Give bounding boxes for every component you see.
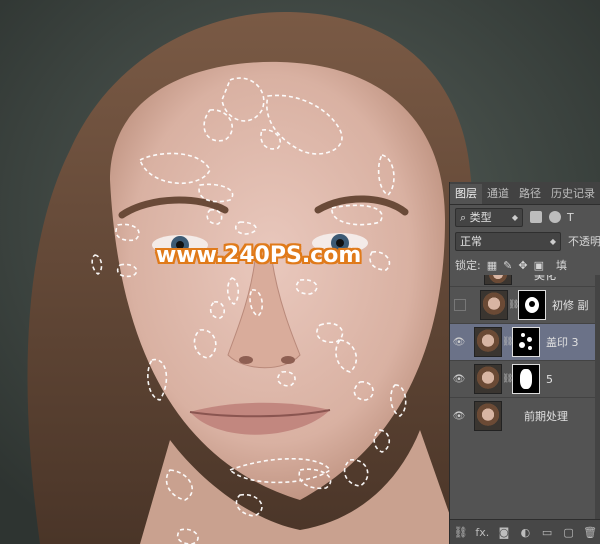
layer-name: 盖印 3 bbox=[546, 336, 579, 349]
tab-layers[interactable]: 图层 bbox=[450, 184, 482, 204]
tab-paths[interactable]: 路径 bbox=[514, 184, 546, 204]
layer-row[interactable]: 👁 ⛓ 5 bbox=[450, 360, 600, 397]
eye-icon[interactable]: 👁 bbox=[450, 411, 468, 422]
blend-row: 正常 ◆ 不透明 bbox=[450, 229, 600, 253]
layer-thumbnail bbox=[474, 364, 502, 394]
link-icon: ⛓ bbox=[502, 374, 514, 384]
layer-thumbnail bbox=[480, 290, 508, 320]
layer-row[interactable]: 美化 bbox=[450, 275, 600, 286]
filter-row: ⌕ 类型 ◆ T bbox=[450, 205, 600, 229]
trash-icon[interactable]: 🗑 bbox=[583, 526, 597, 539]
link-icon: ⛓ bbox=[508, 300, 520, 310]
blend-mode-value: 正常 bbox=[460, 234, 482, 248]
layer-mask-thumbnail[interactable] bbox=[512, 364, 540, 394]
layer-thumbnail bbox=[484, 275, 512, 285]
blend-mode-select[interactable]: 正常 ◆ bbox=[455, 231, 561, 251]
layer-thumbnail bbox=[474, 327, 502, 357]
layer-name: 前期处理 bbox=[524, 410, 568, 423]
tab-channels[interactable]: 通道 bbox=[482, 184, 514, 204]
filter-select[interactable]: ⌕ 类型 ◆ bbox=[455, 207, 523, 227]
layers-panel: 图层 通道 路径 历史记录 ⌕ 类型 ◆ T 正常 ◆ 不透明 锁定: ▦ ✎ … bbox=[449, 182, 600, 544]
link-icon[interactable]: ⛓ bbox=[454, 526, 468, 539]
type-filter-icon[interactable]: T bbox=[567, 211, 574, 224]
layer-name: 初修 副 bbox=[552, 299, 589, 312]
lock-transparent-icon[interactable]: ▦ bbox=[487, 259, 497, 272]
group-icon[interactable]: ▭ bbox=[540, 526, 554, 539]
fill-label: 填 bbox=[555, 259, 567, 272]
search-icon: ⌕ bbox=[460, 210, 467, 224]
layer-name: 5 bbox=[546, 372, 553, 386]
tab-history[interactable]: 历史记录 bbox=[546, 184, 600, 204]
watermark-text: www.240PS.com bbox=[156, 243, 362, 268]
eye-icon[interactable]: 👁 bbox=[450, 337, 468, 348]
lock-row: 锁定: ▦ ✎ ✥ ▣ 填 bbox=[450, 253, 600, 277]
opacity-label: 不透明 bbox=[568, 235, 600, 248]
link-icon: ⛓ bbox=[502, 337, 514, 347]
mask-icon[interactable]: ◙ bbox=[497, 526, 511, 539]
layer-row[interactable]: 👁 前期处理 bbox=[450, 397, 600, 434]
lock-label: 锁定: bbox=[455, 259, 481, 272]
lock-move-icon[interactable]: ✥ bbox=[518, 259, 527, 272]
layers-bottom-bar: ⛓ fx. ◙ ◐ ▭ ▢ 🗑 bbox=[450, 519, 600, 544]
layer-name: 美化 bbox=[534, 275, 556, 282]
lock-paint-icon[interactable]: ✎ bbox=[503, 259, 512, 272]
adjustment-filter-icon[interactable] bbox=[549, 211, 561, 223]
new-layer-icon[interactable]: ▢ bbox=[562, 526, 576, 539]
image-filter-icon[interactable] bbox=[530, 211, 542, 223]
layer-thumbnail bbox=[474, 401, 502, 431]
layer-row-selected[interactable]: 👁 ⛓ 盖印 3 bbox=[450, 323, 600, 360]
filter-label: 类型 bbox=[469, 210, 492, 224]
layer-mask-thumbnail[interactable] bbox=[512, 327, 540, 357]
layer-list: 美化 ⛓ 初修 副 👁 ⛓ 盖印 3 👁 ⛓ 5 👁 前期处理 bbox=[450, 275, 600, 519]
eye-icon[interactable]: 👁 bbox=[450, 374, 468, 385]
adjustment-icon[interactable]: ◐ bbox=[518, 526, 532, 539]
lock-all-icon[interactable]: ▣ bbox=[534, 259, 544, 272]
canvas-area[interactable]: www.240PS.com 图层 通道 路径 历史记录 ⌕ 类型 ◆ T 正常 … bbox=[0, 0, 600, 544]
fx-icon[interactable]: fx. bbox=[475, 526, 489, 539]
layer-mask-thumbnail[interactable] bbox=[518, 290, 546, 320]
panel-tabs: 图层 通道 路径 历史记录 bbox=[450, 182, 600, 205]
chevron-down-icon: ◆ bbox=[549, 236, 556, 246]
visibility-toggle[interactable] bbox=[454, 299, 466, 311]
chevron-down-icon: ◆ bbox=[511, 212, 518, 222]
layers-scrollbar[interactable] bbox=[595, 275, 600, 519]
layer-row[interactable]: ⛓ 初修 副 bbox=[450, 286, 600, 323]
